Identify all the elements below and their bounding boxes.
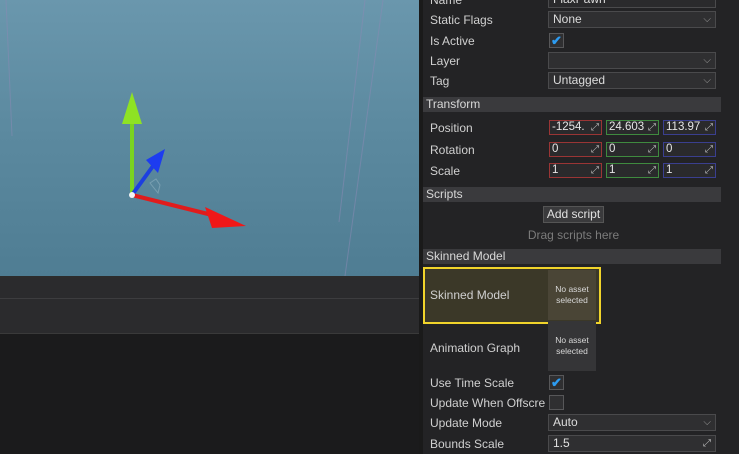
drag-handle-icon: ⤢ [590,143,599,156]
content-panel [0,334,419,454]
rotation-x-field[interactable]: 0 ⤢ [549,142,602,157]
animation-graph-label: Animation Graph [430,341,521,355]
is-active-checkbox[interactable]: ✔ [549,33,564,48]
drag-handle-icon: ⤢ [590,164,599,177]
scale-y-field[interactable]: 1 ⤢ [606,163,659,178]
update-when-offscreen-label: Update When Offscre [430,396,546,410]
use-time-scale-checkbox[interactable]: ✔ [549,375,564,390]
checkmark-icon: ✔ [551,33,562,48]
name-label: Name [430,0,463,7]
add-script-button[interactable]: Add script [543,206,604,223]
position-row: Position -1254. ⤢ 24.603 ⤢ 113.97 ⤢ [423,118,739,138]
layer-label: Layer [430,54,461,68]
scale-x-field[interactable]: 1 ⤢ [549,163,602,178]
chevron-down-icon: ⌵ [703,14,711,25]
gizmo-y-arrow-icon [122,92,142,124]
drag-handle-icon: ⤢ [704,164,713,177]
gizmo-x-axis [131,193,213,217]
bounds-scale-label: Bounds Scale [430,437,505,451]
checkmark-icon: ✔ [551,375,562,390]
skinned-model-header[interactable]: Skinned Model [423,249,721,264]
position-x-field[interactable]: -1254. ⤢ [549,120,602,135]
scene-line [5,0,13,137]
pawn-outline [149,178,161,195]
chevron-down-icon: ⌵ [703,417,711,428]
position-label: Position [430,121,473,135]
drag-handle-icon: ⤢ [704,121,713,134]
update-mode-label: Update Mode [430,416,503,430]
tag-row: Tag Untagged ⌵ [423,71,739,91]
static-flags-row: Static Flags None ⌵ [423,10,739,30]
position-y-field[interactable]: 24.603 ⤢ [606,120,659,135]
bounds-scale-row: Bounds Scale 1.5 ⤢ [423,434,739,454]
skinned-model-asset-picker[interactable]: No asset selected [548,270,596,320]
layer-dropdown[interactable]: ⌵ [548,52,716,69]
gizmo-pivot [129,192,135,198]
rotation-label: Rotation [430,143,475,157]
scene-line [338,0,366,223]
is-active-label: Is Active [430,34,475,48]
chevron-down-icon: ⌵ [703,75,711,86]
rotation-y-field[interactable]: 0 ⤢ [606,142,659,157]
animation-graph-asset-picker[interactable]: No asset selected [548,321,596,371]
update-when-offscreen-row: Update When Offscre [423,393,739,413]
name-row: Name FlaxPawn [423,0,739,10]
drag-handle-icon: ⤢ [647,143,656,156]
gizmo-x-arrow-icon [205,207,246,228]
scale-row: Scale 1 ⤢ 1 ⤢ 1 ⤢ [423,161,739,181]
update-mode-dropdown[interactable]: Auto ⌵ [548,414,716,431]
scale-z-field[interactable]: 1 ⤢ [663,163,716,178]
skinned-model-label: Skinned Model [430,288,510,302]
editor-toolbar-strip [0,278,419,334]
update-when-offscreen-checkbox[interactable] [549,395,564,410]
scale-label: Scale [430,164,461,178]
drag-handle-icon: ⤢ [647,164,656,177]
gizmo-z-axis [130,164,155,197]
rotation-row: Rotation 0 ⤢ 0 ⤢ 0 ⤢ [423,140,739,160]
bounds-scale-field[interactable]: 1.5 ⤢ [548,435,716,452]
use-time-scale-label: Use Time Scale [430,376,515,390]
update-mode-row: Update Mode Auto ⌵ [423,413,739,433]
drag-handle-icon: ⤢ [704,143,713,156]
position-z-field[interactable]: 113.97 ⤢ [663,120,716,135]
scripts-header[interactable]: Scripts [423,187,721,202]
static-flags-label: Static Flags [430,13,493,27]
properties-panel: Name FlaxPawn Static Flags None ⌵ Is Act… [423,0,739,454]
transform-header[interactable]: Transform [423,97,721,112]
drag-handle-icon: ⤢ [703,438,711,449]
static-flags-dropdown[interactable]: None ⌵ [548,11,716,28]
drag-scripts-hint: Drag scripts here [527,228,620,242]
chevron-down-icon: ⌵ [703,55,711,66]
transform-gizmo[interactable] [0,0,419,276]
scene-viewport[interactable] [0,0,419,276]
tag-dropdown[interactable]: Untagged ⌵ [548,72,716,89]
rotation-z-field[interactable]: 0 ⤢ [663,142,716,157]
tag-label: Tag [430,74,450,88]
drag-handle-icon: ⤢ [590,121,599,134]
layer-row: Layer ⌵ [423,51,739,71]
name-input[interactable]: FlaxPawn [548,0,716,8]
use-time-scale-row: Use Time Scale ✔ [423,373,739,393]
drag-handle-icon: ⤢ [647,121,656,134]
scene-line [344,0,384,276]
is-active-row: Is Active ✔ [423,31,739,51]
